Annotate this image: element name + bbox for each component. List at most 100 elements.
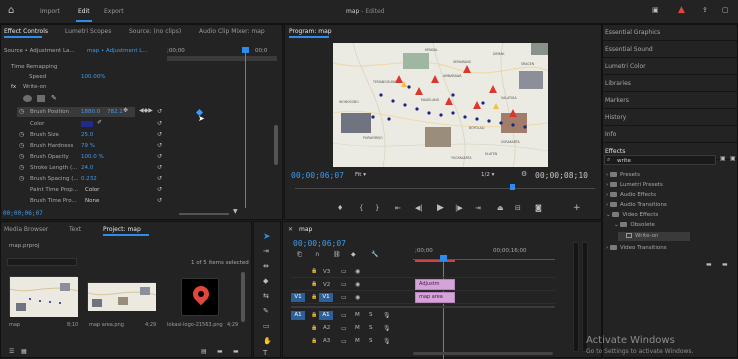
- extract-icon[interactable]: ⊟: [515, 205, 521, 212]
- source-patch-v1[interactable]: V1: [291, 293, 305, 302]
- toggle-sync-icon[interactable]: ▭: [341, 269, 347, 275]
- source-patch-a1[interactable]: A1: [291, 311, 305, 320]
- track-target-a1[interactable]: A1: [319, 311, 333, 320]
- panel-markers[interactable]: Markers: [603, 92, 738, 109]
- lock-icon[interactable]: 🔒: [311, 339, 317, 344]
- timeline-settings-icon[interactable]: 🔧: [371, 252, 378, 258]
- track-label-a2[interactable]: A2: [323, 325, 330, 331]
- mask-ellipse-icon[interactable]: [23, 95, 32, 102]
- reset-icon[interactable]: ↺: [157, 187, 162, 193]
- eyedropper-icon[interactable]: ✐: [97, 120, 102, 126]
- panel-essential-sound[interactable]: Essential Sound: [603, 41, 738, 58]
- list-view-icon[interactable]: ☰: [9, 349, 14, 355]
- out-point-icon[interactable]: }: [375, 205, 379, 212]
- ec-zoom-bar[interactable]: [179, 213, 229, 215]
- settings-icon[interactable]: ⚙: [521, 171, 527, 178]
- reset-icon[interactable]: ↺: [157, 198, 162, 204]
- program-video-frame[interactable]: SEMARANG MAGELANG SALATIGA PURWOREJO YOG…: [333, 43, 548, 167]
- paint-time-select[interactable]: Color: [85, 187, 99, 193]
- selection-tool-icon[interactable]: ➤: [263, 233, 271, 242]
- lift-icon[interactable]: ⏏: [497, 205, 504, 212]
- voiceover-icon[interactable]: 🎙: [383, 326, 391, 332]
- more-icon[interactable]: ▢: [722, 7, 729, 14]
- share-icon[interactable]: ⇪: [702, 7, 708, 14]
- ec-playhead-marker[interactable]: [242, 47, 249, 53]
- razor-tool-icon[interactable]: ◆: [263, 278, 268, 285]
- clip-adjustment-layer[interactable]: Adjustm: [415, 279, 455, 290]
- resolution-select[interactable]: 1/2 ▾: [481, 172, 494, 178]
- effects-tree-audio-transitions[interactable]: › Audio Transitions: [606, 202, 667, 208]
- nest-icon[interactable]: ⎗: [297, 252, 302, 258]
- export-frame-icon[interactable]: ◙: [535, 205, 542, 212]
- delete-icon[interactable]: ▬: [233, 349, 239, 355]
- effects-tree-presets[interactable]: › Presets: [606, 172, 640, 178]
- brush-time-select[interactable]: None: [85, 198, 99, 204]
- add-marker-icon[interactable]: ◆: [351, 252, 356, 258]
- effects-tree-lumetri[interactable]: › Lumetri Presets: [606, 182, 663, 188]
- fit-select[interactable]: Fit ▾: [355, 172, 366, 178]
- program-playhead[interactable]: [510, 184, 515, 190]
- solo-icon[interactable]: S: [369, 338, 373, 345]
- reset-icon[interactable]: ↺: [157, 121, 162, 127]
- pen-tool-icon[interactable]: ✎: [263, 308, 269, 315]
- brush-spacing-value[interactable]: 0.232: [81, 176, 97, 182]
- panel-info[interactable]: Info: [603, 126, 738, 143]
- linked-selection-icon[interactable]: ⛓: [333, 252, 341, 258]
- ripple-edit-tool-icon[interactable]: ⇹: [263, 263, 269, 270]
- effects-tree-write-on[interactable]: Write-on: [626, 233, 658, 239]
- project-search-box[interactable]: [7, 258, 77, 266]
- add-button-icon[interactable]: +: [573, 204, 581, 213]
- program-timecode[interactable]: 00;00;06;07: [291, 171, 344, 180]
- step-forward-icon[interactable]: |▶: [455, 205, 463, 212]
- pen-icon[interactable]: ✎: [51, 95, 57, 102]
- stopwatch-icon[interactable]: ◷: [19, 154, 24, 160]
- panel-essential-graphics[interactable]: Essential Graphics: [603, 24, 738, 41]
- delete-icon[interactable]: ▬: [722, 262, 728, 268]
- track-label-a3[interactable]: A3: [323, 338, 330, 344]
- write-on-label[interactable]: Write-on: [23, 84, 46, 90]
- mute-icon[interactable]: M: [355, 325, 360, 332]
- track-label-v2[interactable]: V2: [323, 282, 330, 288]
- lock-icon[interactable]: 🔒: [311, 313, 317, 318]
- ec-scrollbar[interactable]: [274, 125, 278, 165]
- lock-icon[interactable]: 🔒: [311, 326, 317, 331]
- marker-icon[interactable]: ♦: [337, 205, 343, 212]
- reset-icon[interactable]: ↺: [157, 132, 162, 138]
- brush-position-x[interactable]: 1880.0: [81, 109, 100, 115]
- toggle-sync-icon[interactable]: ▭: [341, 313, 347, 319]
- stopwatch-icon[interactable]: ◷: [19, 109, 24, 115]
- filter-icon[interactable]: ▼: [233, 209, 238, 215]
- toggle-sync-icon[interactable]: ▭: [341, 339, 347, 345]
- lock-icon[interactable]: 🔒: [311, 269, 317, 274]
- rectangle-tool-icon[interactable]: ▭: [263, 323, 270, 330]
- go-to-in-icon[interactable]: ⇤: [395, 205, 401, 212]
- hand-tool-icon[interactable]: ✋: [263, 338, 272, 345]
- ec-timecode[interactable]: 00;00;06;07: [3, 210, 43, 217]
- voiceover-icon[interactable]: 🎙: [383, 313, 391, 319]
- voiceover-icon[interactable]: 🎙: [383, 339, 391, 345]
- reset-icon[interactable]: ↺: [157, 109, 162, 115]
- home-icon[interactable]: ⌂: [8, 6, 14, 16]
- speed-value[interactable]: 100.00%: [81, 74, 105, 80]
- yuv-effects-icon[interactable]: ▣: [730, 156, 736, 162]
- stopwatch-icon[interactable]: ◷: [19, 176, 24, 182]
- new-item-icon[interactable]: ▤: [201, 349, 207, 355]
- track-label-v3[interactable]: V3: [323, 269, 330, 275]
- brush-size-value[interactable]: 25.0: [81, 132, 93, 138]
- brush-opacity-value[interactable]: 100.0 %: [81, 154, 104, 160]
- tab-lumetri-scopes[interactable]: Lumetri Scopes: [65, 28, 111, 35]
- track-target-v1[interactable]: V1: [319, 293, 333, 302]
- tab-effect-controls[interactable]: Effect Controls: [4, 28, 48, 35]
- project-scrollbar[interactable]: [241, 272, 245, 322]
- reset-icon[interactable]: ↺: [157, 143, 162, 149]
- toggle-sync-icon[interactable]: ▭: [341, 326, 347, 332]
- accelerated-effects-icon[interactable]: ▣: [720, 156, 726, 162]
- new-bin-icon[interactable]: ▬: [217, 349, 223, 355]
- program-scrub-bar[interactable]: [295, 188, 595, 189]
- eye-icon[interactable]: ◉: [355, 269, 360, 275]
- type-tool-icon[interactable]: T: [263, 350, 267, 357]
- stopwatch-icon[interactable]: ◷: [19, 132, 24, 138]
- alert-icon[interactable]: ▲: [678, 6, 685, 15]
- effects-tree-audio-effects[interactable]: › Audio Effects: [606, 192, 656, 198]
- effects-search-box[interactable]: ⌕ write: [604, 155, 716, 165]
